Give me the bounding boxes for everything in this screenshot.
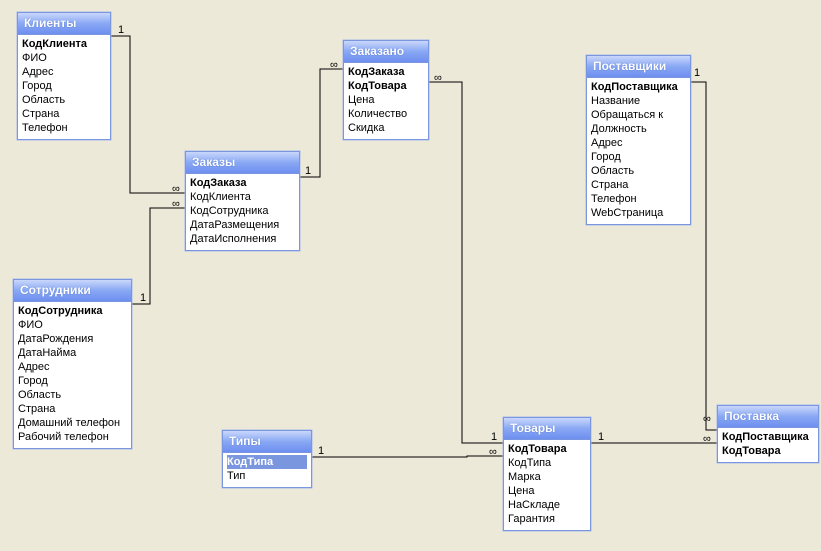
field-ordered-1[interactable]: КодТовара [348, 79, 424, 93]
cardinality-clients-orders-1: 1 [118, 24, 124, 36]
field-suppliers-0[interactable]: КодПоставщика [591, 80, 686, 94]
field-ordered-2[interactable]: Цена [348, 93, 424, 107]
cardinality-orders-ordered-2: ∞ [330, 59, 338, 71]
cardinality-goods-ordered-1: ∞ [434, 72, 442, 84]
entity-title[interactable]: Заказы [186, 152, 299, 174]
relation-clients-orders [110, 36, 185, 193]
field-orders-3[interactable]: ДатаРазмещения [190, 218, 295, 232]
field-employees-7[interactable]: Страна [18, 402, 127, 416]
field-ordered-0[interactable]: КодЗаказа [348, 65, 424, 79]
field-supply-1[interactable]: КодТовара [722, 444, 814, 458]
field-orders-1[interactable]: КодКлиента [190, 190, 295, 204]
field-supply-0[interactable]: КодПоставщика [722, 430, 814, 444]
entity-clients[interactable]: КлиентыКодКлиентаФИОАдресГородОбластьСтр… [17, 12, 111, 140]
field-clients-6[interactable]: Телефон [22, 121, 106, 135]
field-employees-8[interactable]: Домашний телефон [18, 416, 127, 430]
cardinality-types-goods-1: 1 [318, 445, 324, 457]
field-types-1[interactable]: Тип [227, 469, 307, 483]
field-suppliers-9[interactable]: WebСтраница [591, 206, 686, 220]
field-orders-4[interactable]: ДатаИсполнения [190, 232, 295, 246]
field-clients-4[interactable]: Область [22, 93, 106, 107]
field-orders-0[interactable]: КодЗаказа [190, 176, 295, 190]
cardinality-clients-orders-2: ∞ [172, 183, 180, 195]
field-employees-2[interactable]: ДатаРождения [18, 332, 127, 346]
field-employees-5[interactable]: Город [18, 374, 127, 388]
field-goods-3[interactable]: Цена [508, 484, 586, 498]
entity-body: КодЗаказаКодТовараЦенаКоличествоСкидка [344, 63, 428, 139]
entity-title[interactable]: Сотрудники [14, 280, 131, 302]
field-clients-1[interactable]: ФИО [22, 51, 106, 65]
entity-title[interactable]: Товары [504, 418, 590, 440]
field-orders-2[interactable]: КодСотрудника [190, 204, 295, 218]
relation-goods-ordered [428, 82, 503, 443]
field-clients-3[interactable]: Город [22, 79, 106, 93]
field-employees-9[interactable]: Рабочий телефон [18, 430, 127, 444]
field-goods-5[interactable]: Гарантия [508, 512, 586, 526]
entity-title[interactable]: Поставщики [587, 56, 690, 78]
cardinality-goods-ordered-2: 1 [491, 431, 497, 443]
cardinality-orders-ordered-1: 1 [305, 165, 311, 177]
field-employees-3[interactable]: ДатаНайма [18, 346, 127, 360]
field-types-0[interactable]: КодТипа [227, 455, 307, 469]
field-clients-2[interactable]: Адрес [22, 65, 106, 79]
cardinality-employees-orders-1: 1 [140, 292, 146, 304]
field-suppliers-2[interactable]: Обращаться к [591, 108, 686, 122]
entity-suppliers[interactable]: ПоставщикиКодПоставщикаНазваниеОбращатьс… [586, 55, 691, 225]
field-ordered-3[interactable]: Количество [348, 107, 424, 121]
relation-types-goods [311, 456, 503, 457]
field-suppliers-6[interactable]: Область [591, 164, 686, 178]
field-ordered-4[interactable]: Скидка [348, 121, 424, 135]
er-diagram-canvas: 1∞1∞1∞∞11∞1∞1∞ КлиентыКодКлиентаФИОАдрес… [0, 0, 821, 551]
cardinality-employees-orders-2: ∞ [172, 198, 180, 210]
entity-supply[interactable]: ПоставкаКодПоставщикаКодТовара [717, 405, 819, 463]
relation-employees-orders [131, 208, 185, 304]
entity-title[interactable]: Поставка [718, 406, 818, 428]
entity-body: КодПоставщикаНазваниеОбращаться кДолжнос… [587, 78, 690, 224]
relation-suppliers-supply [690, 82, 717, 430]
field-suppliers-8[interactable]: Телефон [591, 192, 686, 206]
entity-body: КодПоставщикаКодТовара [718, 428, 818, 462]
cardinality-types-goods-2: ∞ [489, 446, 497, 458]
entity-employees[interactable]: СотрудникиКодСотрудникаФИОДатаРожденияДа… [13, 279, 132, 449]
field-employees-1[interactable]: ФИО [18, 318, 127, 332]
cardinality-goods-supply-2: ∞ [703, 433, 711, 445]
field-suppliers-7[interactable]: Страна [591, 178, 686, 192]
field-clients-0[interactable]: КодКлиента [22, 37, 106, 51]
field-suppliers-5[interactable]: Город [591, 150, 686, 164]
entity-goods[interactable]: ТоварыКодТовараКодТипаМаркаЦенаНаСкладеГ… [503, 417, 591, 531]
field-employees-6[interactable]: Область [18, 388, 127, 402]
entity-types[interactable]: ТипыКодТипаТип [222, 430, 312, 488]
field-suppliers-1[interactable]: Название [591, 94, 686, 108]
entity-body: КодЗаказаКодКлиентаКодСотрудникаДатаРазм… [186, 174, 299, 250]
field-clients-5[interactable]: Страна [22, 107, 106, 121]
field-employees-4[interactable]: Адрес [18, 360, 127, 374]
cardinality-suppliers-supply-1: 1 [694, 67, 700, 79]
entity-body: КодСотрудникаФИОДатаРожденияДатаНаймаАдр… [14, 302, 131, 448]
field-goods-0[interactable]: КодТовара [508, 442, 586, 456]
relation-orders-ordered [299, 69, 343, 177]
field-employees-0[interactable]: КодСотрудника [18, 304, 127, 318]
field-goods-4[interactable]: НаСкладе [508, 498, 586, 512]
field-suppliers-3[interactable]: Должность [591, 122, 686, 136]
entity-body: КодТипаТип [223, 453, 311, 487]
entity-ordered[interactable]: ЗаказаноКодЗаказаКодТовараЦенаКоличество… [343, 40, 429, 140]
entity-title[interactable]: Заказано [344, 41, 428, 63]
entity-orders[interactable]: ЗаказыКодЗаказаКодКлиентаКодСотрудникаДа… [185, 151, 300, 251]
cardinality-suppliers-supply-2: ∞ [703, 413, 711, 425]
cardinality-goods-supply-1: 1 [598, 431, 604, 443]
entity-title[interactable]: Клиенты [18, 13, 110, 35]
field-goods-2[interactable]: Марка [508, 470, 586, 484]
entity-body: КодКлиентаФИОАдресГородОбластьСтранаТеле… [18, 35, 110, 139]
entity-title[interactable]: Типы [223, 431, 311, 453]
field-suppliers-4[interactable]: Адрес [591, 136, 686, 150]
field-goods-1[interactable]: КодТипа [508, 456, 586, 470]
entity-body: КодТовараКодТипаМаркаЦенаНаСкладеГаранти… [504, 440, 590, 530]
